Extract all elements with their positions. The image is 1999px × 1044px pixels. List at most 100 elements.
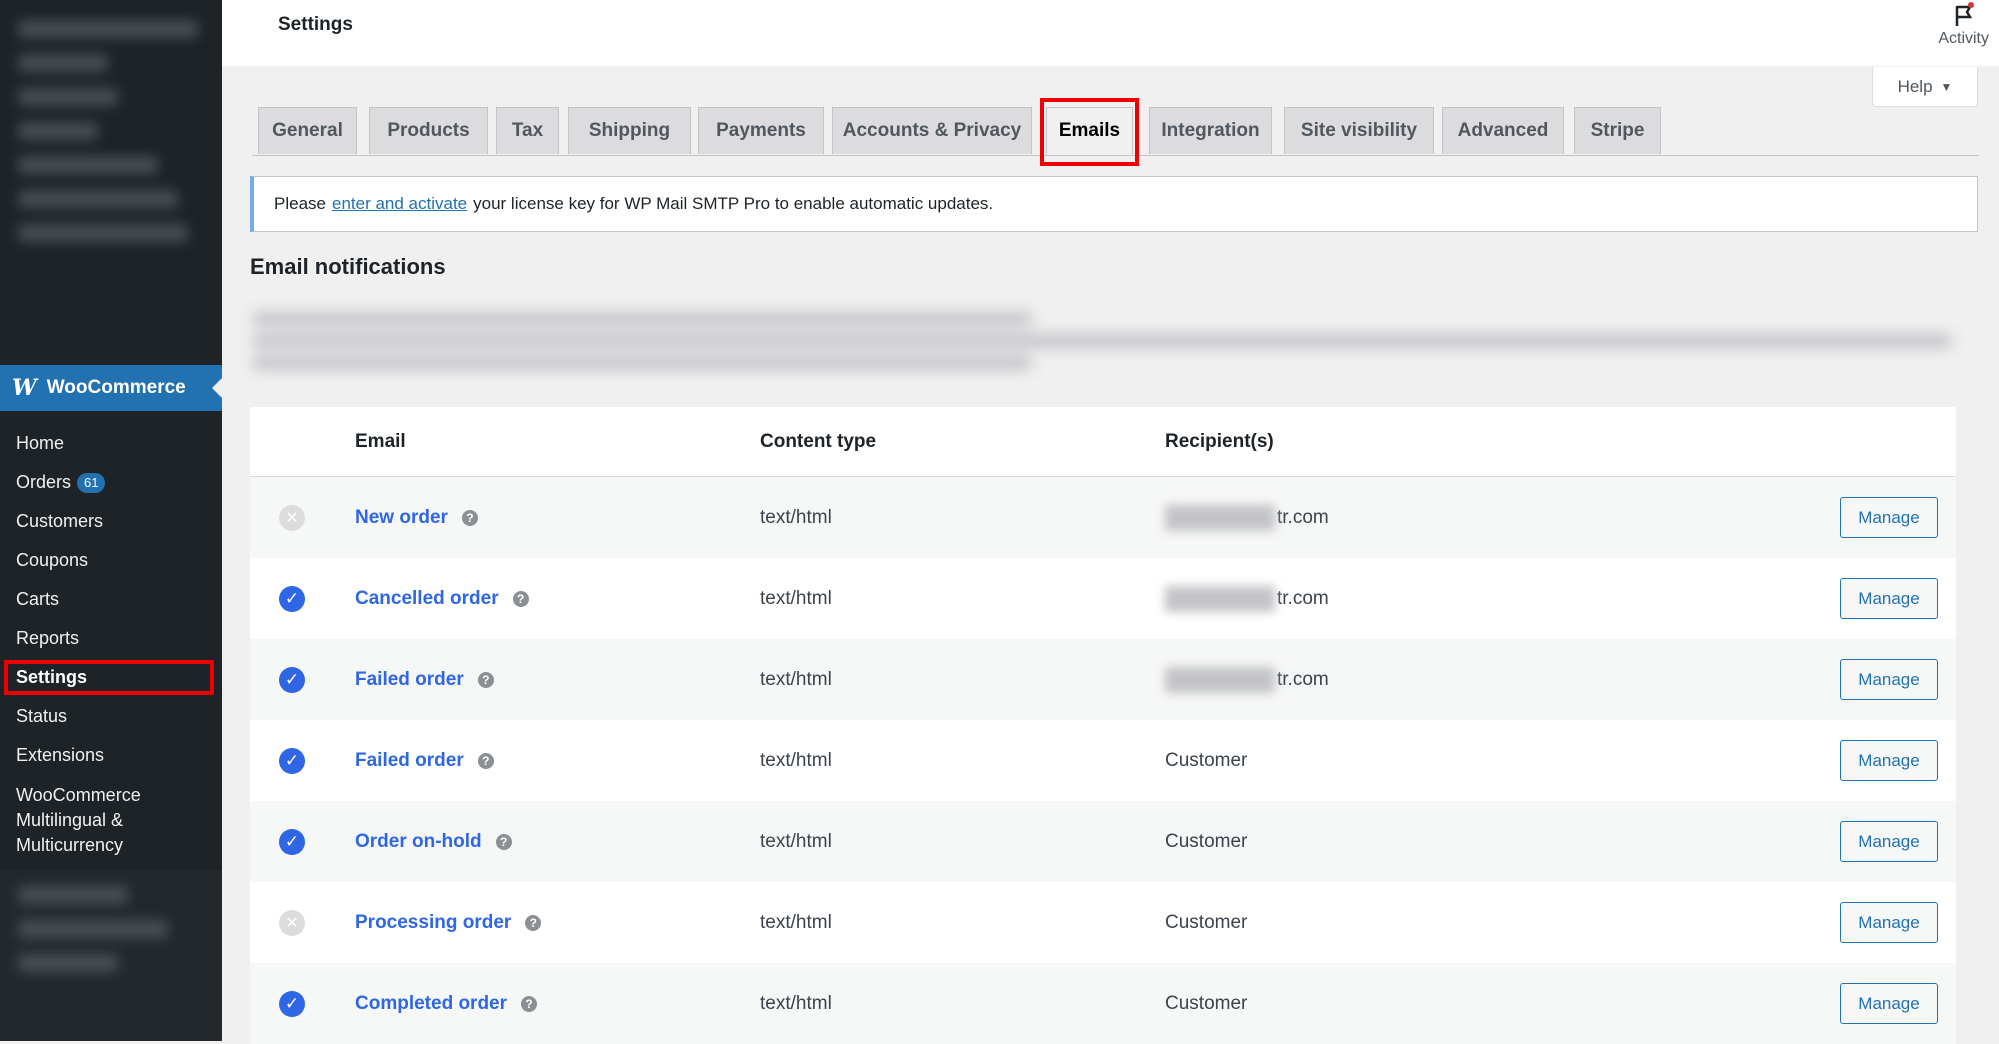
sidebar-item-customers[interactable]: Customers [0,502,222,541]
sidebar-item-multilingual[interactable]: WooCommerce Multilingual & Multicurrency [0,775,222,866]
help-tip-icon[interactable]: ? [512,590,529,607]
manage-button[interactable]: Manage [1840,983,1938,1024]
sidebar-item-label: WooCommerce Multilingual & Multicurrency [16,785,141,855]
tab-label: Advanced [1457,120,1549,141]
sidebar-item-coupons[interactable]: Coupons [0,541,222,580]
tab-tax[interactable]: Tax [496,107,559,154]
recipient-text: tr.com [1277,668,1329,690]
tab-label: Site visibility [1300,120,1418,141]
email-name-cell: Failed order ? [355,639,494,720]
blurred-menu-top [8,4,208,258]
email-name-link[interactable]: Processing order [355,912,511,934]
sidebar-item-reports[interactable]: Reports [0,619,222,658]
disabled-x-icon: ✕ [279,504,305,531]
sidebar-item-carts[interactable]: Carts [0,580,222,619]
help-label: Help [1897,76,1933,96]
top-bar: Settings Activity [222,0,1999,66]
email-name-link[interactable]: Failed order [355,750,464,772]
recipient-cell: Customer [1165,963,1247,1044]
status-cell: ✓ [279,639,305,720]
manage-button[interactable]: Manage [1840,578,1938,619]
column-header-content-type: Content type [760,431,877,452]
recipient-cell: Customer [1165,882,1247,963]
recipient-cell: tr.com [1165,639,1329,720]
recipient-text: Customer [1165,911,1248,933]
tab-integration[interactable]: Integration [1149,107,1272,154]
table-row: ✓ Failed order ? text/html Customer Mana… [250,720,1956,801]
content-type-cell: text/html [760,506,832,528]
disabled-x-icon: ✕ [279,909,305,936]
help-tip-icon[interactable]: ? [477,752,494,769]
enabled-check-icon: ✓ [279,828,305,855]
sidebar-item-orders[interactable]: Orders 61 [0,463,222,502]
manage-button[interactable]: Manage [1840,740,1938,781]
help-tip-icon[interactable]: ? [461,509,478,526]
help-button[interactable]: Help ▼ [1872,67,1978,107]
content-type-cell: text/html [760,830,832,852]
manage-button[interactable]: Manage [1840,497,1938,538]
email-name-link[interactable]: Failed order [355,669,464,691]
woocommerce-logo-icon: W [12,375,37,401]
tab-label: Stripe [1590,120,1645,141]
tab-emails[interactable]: Emails [1040,98,1139,166]
manage-button[interactable]: Manage [1840,659,1938,700]
blurred-recipient [1165,585,1275,612]
email-name-link[interactable]: Order on-hold [355,831,482,853]
sidebar-item-status[interactable]: Status [0,697,222,736]
sidebar-item-label: Orders [16,472,72,492]
help-tip-icon[interactable]: ? [521,995,538,1012]
blurred-recipient [1165,666,1275,693]
table-row: ✓ Completed order ? text/html Customer M… [250,963,1956,1044]
email-name-link[interactable]: Completed order [355,993,507,1015]
tab-advanced[interactable]: Advanced [1442,107,1564,154]
tab-payments[interactable]: Payments [698,107,824,154]
email-name-cell: Completed order ? [355,963,538,1044]
sidebar-item-label: Settings [16,667,88,687]
flag-icon [1953,2,1975,28]
recipient-text: Customer [1165,749,1248,771]
tab-products[interactable]: Products [369,107,488,154]
notice-suffix: your license key for WP Mail SMTP Pro to… [473,194,994,213]
tab-label: Accounts & Privacy [842,120,1022,141]
enabled-check-icon: ✓ [279,666,305,693]
email-name-link[interactable]: Cancelled order [355,588,499,610]
tab-label: Shipping [588,120,671,141]
woocommerce-menu-label: WooCommerce [46,377,186,398]
recipient-cell: tr.com [1165,558,1329,639]
license-notice: Please enter and activate your license k… [250,176,1978,232]
sidebar-item-home[interactable]: Home [0,424,222,463]
tab-general[interactable]: General [258,107,357,154]
column-header-email: Email [355,431,406,452]
sidebar-item-extensions[interactable]: Extensions [0,736,222,775]
content-type-cell: text/html [760,668,832,690]
orders-count-badge: 61 [77,473,106,494]
content-type-cell: text/html [760,992,832,1014]
activate-license-link[interactable]: enter and activate [332,194,467,214]
email-name-link[interactable]: New order [355,507,448,529]
tab-site-visibility[interactable]: Site visibility [1284,107,1434,154]
woocommerce-menu-header[interactable]: W WooCommerce [0,365,223,411]
tab-accounts-privacy[interactable]: Accounts & Privacy [832,107,1032,154]
manage-button[interactable]: Manage [1840,902,1938,943]
manage-button[interactable]: Manage [1840,821,1938,862]
recipient-cell: tr.com [1165,477,1329,558]
woocommerce-submenu: Home Orders 61 Customers Coupons Carts Re… [0,420,222,870]
sidebar-item-label: Reports [16,628,80,648]
table-row: ✕ New order ? text/html tr.com Manage [250,477,1956,558]
status-cell: ✕ [279,882,305,963]
sidebar-item-label: Customers [16,511,104,531]
help-tip-icon[interactable]: ? [495,833,512,850]
sidebar-item-label: Carts [16,589,60,609]
column-header-recipients: Recipient(s) [1165,431,1274,452]
help-tip-icon[interactable]: ? [525,914,542,931]
active-menu-pointer [212,377,223,399]
page-title: Settings [278,14,353,35]
tab-stripe[interactable]: Stripe [1574,107,1661,154]
help-tip-icon[interactable]: ? [477,671,494,688]
email-name-cell: Failed order ? [355,720,494,801]
content-type-cell: text/html [760,587,832,609]
activity-button[interactable]: Activity [1938,2,1989,48]
tab-shipping[interactable]: Shipping [568,107,691,154]
blurred-recipient [1165,504,1275,531]
sidebar-item-settings[interactable]: Settings [0,658,222,697]
